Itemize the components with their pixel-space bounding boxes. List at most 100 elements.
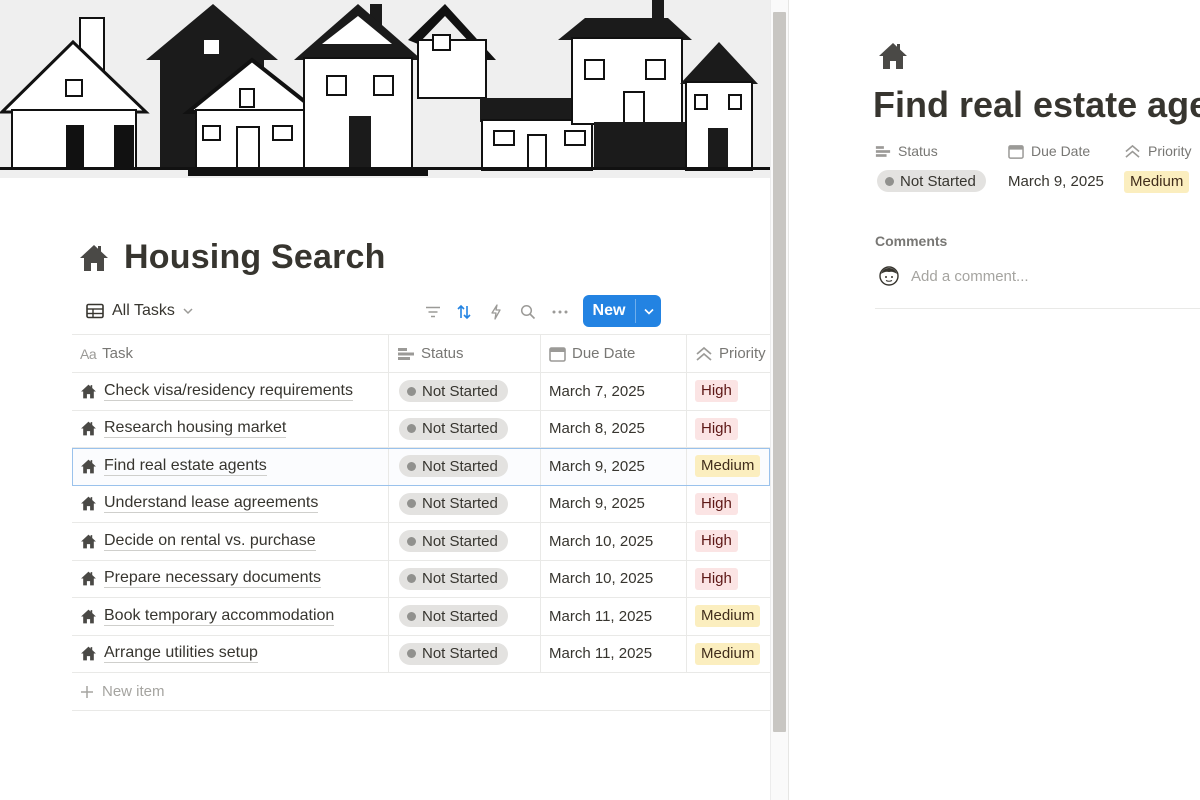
calendar-icon: [1008, 144, 1024, 159]
property-priority-label[interactable]: Priority: [1124, 143, 1192, 159]
house-icon[interactable]: [78, 242, 110, 274]
scrollbar-thumb[interactable]: [773, 12, 786, 732]
status-cell[interactable]: Not Started: [389, 523, 541, 560]
task-name[interactable]: Understand lease agreements: [104, 494, 319, 514]
table-row[interactable]: Prepare necessary documents Not Started Ma…: [72, 560, 770, 598]
task-name[interactable]: Find real estate agents: [104, 457, 267, 476]
detail-title[interactable]: Find real estate agents: [873, 84, 1200, 126]
priority-cell[interactable]: High: [687, 523, 770, 560]
sort-icon[interactable]: [454, 302, 474, 322]
due-date-text: March 11, 2025: [549, 645, 653, 663]
priority-cell[interactable]: Medium: [687, 448, 770, 485]
new-item-button[interactable]: New item: [72, 673, 770, 711]
more-icon[interactable]: [550, 302, 570, 322]
status-badge: Not Started: [399, 567, 508, 590]
due-date-cell[interactable]: March 9, 2025: [541, 448, 687, 485]
column-header-status[interactable]: Status: [389, 335, 541, 372]
status-dot-icon: [885, 176, 894, 186]
table-row[interactable]: Find real estate agents Not Started March …: [72, 448, 770, 486]
property-status-label[interactable]: Status: [875, 143, 938, 159]
detail-due-date-value[interactable]: March 9, 2025: [1008, 173, 1104, 190]
table-row[interactable]: Check visa/residency requirements Not Sta…: [72, 373, 770, 411]
priority-badge: High: [695, 530, 738, 553]
column-label: Priority: [719, 345, 766, 362]
cover-image[interactable]: [0, 0, 770, 178]
priority-cell[interactable]: High: [687, 411, 770, 448]
status-dot-icon: [407, 386, 416, 396]
task-name[interactable]: Book temporary accommodation: [104, 607, 335, 626]
status-cell[interactable]: Not Started: [389, 485, 541, 522]
column-label: Task: [102, 345, 133, 362]
task-cell[interactable]: Check visa/residency requirements: [72, 373, 389, 410]
task-name[interactable]: Check visa/residency requirements: [104, 382, 353, 401]
comment-row: [879, 266, 1171, 286]
chevron-down-icon[interactable]: [636, 295, 661, 327]
table-row[interactable]: Understand lease agreements Not Started Ma…: [72, 485, 770, 523]
column-header-due-date[interactable]: Due Date: [541, 335, 687, 372]
property-due-date-label[interactable]: Due Date: [1008, 143, 1090, 159]
new-button[interactable]: New: [583, 295, 661, 327]
column-label: Due Date: [572, 345, 636, 362]
task-name[interactable]: Prepare necessary documents: [104, 569, 321, 589]
automation-icon[interactable]: [486, 302, 506, 322]
view-label: All Tasks: [112, 302, 175, 319]
task-cell[interactable]: Decide on rental vs. purchase: [72, 523, 389, 560]
column-header-task[interactable]: Aa Task: [72, 335, 389, 372]
task-cell[interactable]: Book temporary accommodation: [72, 598, 389, 635]
property-label: Due Date: [1031, 143, 1091, 159]
table-row[interactable]: Research housing market Not Started March …: [72, 410, 770, 448]
status-dot-icon: [407, 499, 416, 509]
filter-icon[interactable]: [423, 302, 443, 322]
status-badge: Not Started: [399, 380, 508, 403]
due-date-text: March 9, 2025: [549, 457, 645, 475]
due-date-cell[interactable]: March 10, 2025: [541, 560, 687, 597]
status-text: Not Started: [422, 607, 498, 625]
due-date-cell[interactable]: March 8, 2025: [541, 410, 687, 447]
due-date-text: March 10, 2025: [549, 570, 654, 588]
task-name[interactable]: Decide on rental vs. purchase: [104, 532, 316, 551]
comment-input[interactable]: [911, 267, 1171, 285]
due-date-cell[interactable]: March 9, 2025: [541, 485, 687, 522]
table-row[interactable]: Book temporary accommodation Not Started M…: [72, 598, 770, 636]
status-badge: Not Started: [399, 492, 508, 515]
status-text: Not Started: [422, 420, 498, 438]
status-cell[interactable]: Not Started: [389, 373, 541, 410]
status-cell[interactable]: Not Started: [389, 598, 541, 635]
status-dot-icon: [407, 611, 416, 621]
task-cell[interactable]: Arrange utilities setup: [72, 635, 389, 672]
new-button-label: New: [592, 302, 626, 319]
status-cell[interactable]: Not Started: [389, 560, 541, 597]
priority-cell[interactable]: High: [687, 373, 770, 410]
column-header-priority[interactable]: Priority: [687, 335, 770, 372]
status-badge: Not Started: [399, 455, 508, 478]
detail-status-value[interactable]: Not Started: [877, 170, 986, 192]
due-date-cell[interactable]: March 11, 2025: [541, 598, 687, 635]
priority-cell[interactable]: High: [687, 486, 770, 523]
priority-cell[interactable]: Medium: [687, 598, 770, 635]
table-row[interactable]: Decide on rental vs. purchase Not Started…: [72, 523, 770, 561]
search-icon[interactable]: [518, 302, 538, 322]
due-date-cell[interactable]: March 11, 2025: [541, 635, 687, 672]
task-cell[interactable]: Find real estate agents: [72, 448, 389, 485]
house-icon[interactable]: [877, 40, 909, 72]
database-toolbar: All Tasks New: [72, 295, 770, 329]
house-icon: [80, 608, 97, 625]
task-table: Aa Task Status Due Date Priority Check v…: [72, 334, 770, 673]
status-cell[interactable]: Not Started: [389, 635, 541, 672]
task-cell[interactable]: Prepare necessary documents: [72, 560, 389, 597]
table-row[interactable]: Arrange utilities setup Not Started March …: [72, 635, 770, 673]
priority-cell[interactable]: High: [687, 561, 770, 598]
page-title[interactable]: Housing Search: [124, 238, 386, 277]
task-name[interactable]: Arrange utilities setup: [104, 644, 258, 664]
status-cell[interactable]: Not Started: [389, 410, 541, 447]
view-selector-all-tasks[interactable]: All Tasks: [86, 302, 193, 320]
due-date-cell[interactable]: March 10, 2025: [541, 523, 687, 560]
task-cell[interactable]: Understand lease agreements: [72, 485, 389, 522]
task-cell[interactable]: Research housing market: [72, 410, 389, 447]
due-date-cell[interactable]: March 7, 2025: [541, 373, 687, 410]
status-cell[interactable]: Not Started: [389, 448, 541, 485]
priority-cell[interactable]: Medium: [687, 636, 770, 673]
task-name[interactable]: Research housing market: [104, 419, 287, 439]
page-header: Housing Search: [78, 238, 386, 277]
detail-priority-value[interactable]: Medium: [1124, 171, 1190, 193]
